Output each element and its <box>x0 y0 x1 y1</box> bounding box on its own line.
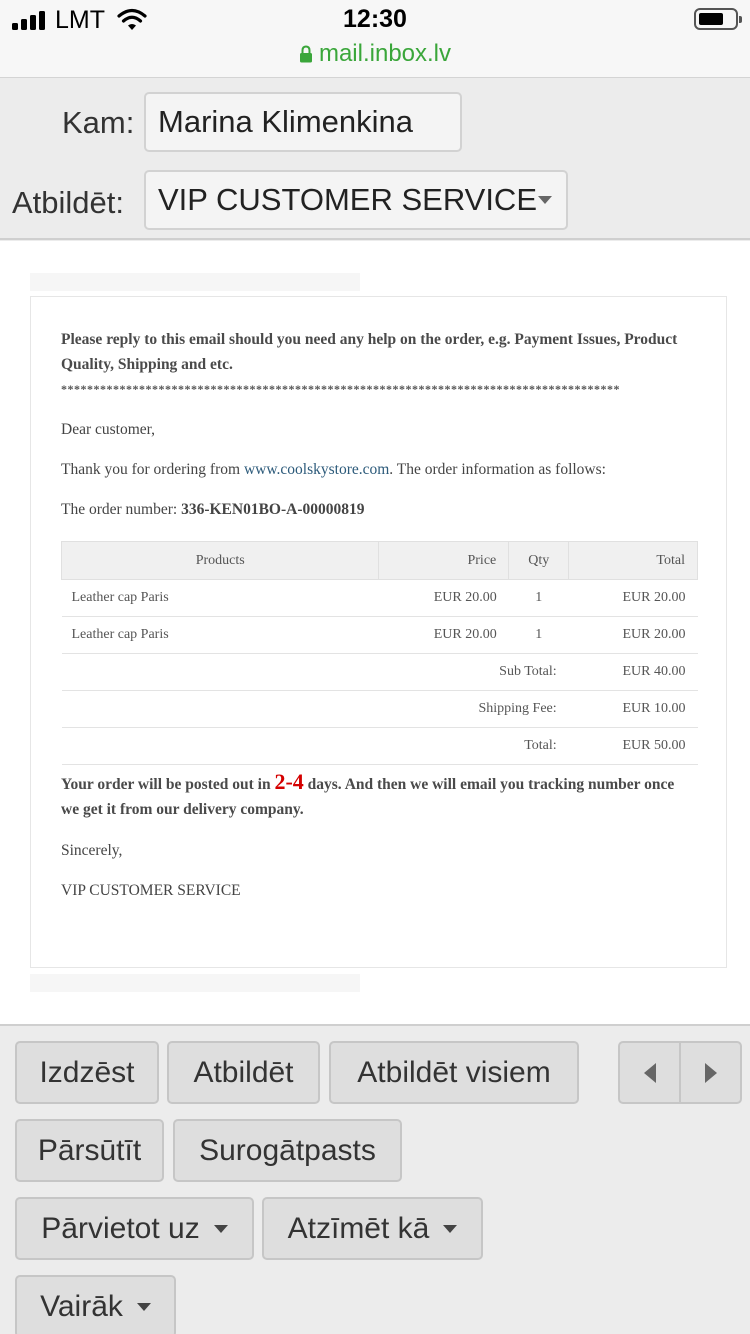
lock-icon <box>299 45 312 63</box>
total-value: EUR 50.00 <box>568 727 698 765</box>
table-row: Leather cap Paris EUR 20.00 1 EUR 20.00 <box>61 616 698 654</box>
greeting: Dear customer, <box>61 421 156 438</box>
spam-button[interactable]: Surogātpasts <box>173 1119 402 1182</box>
total-cell: EUR 20.00 <box>568 616 698 654</box>
previous-message-button[interactable] <box>618 1041 681 1104</box>
chevron-down-icon <box>443 1224 458 1233</box>
order-number-line: The order number: 336-KEN01BO-A-00000819 <box>61 499 696 521</box>
message-body-area: Please reply to this email should you ne… <box>0 241 750 1024</box>
order-number-label: The order number: <box>61 501 182 518</box>
divider <box>30 273 360 291</box>
url-text: mail.inbox.lv <box>318 40 452 67</box>
reply-from-label: Atbildēt: <box>12 185 125 220</box>
order-table: Products Price Qty Total Leather cap Par… <box>60 541 698 765</box>
shipping-row: Shipping Fee: EUR 10.00 <box>61 690 698 728</box>
status-bar: LMT 12:30 mail.inbox.lv <box>0 0 750 78</box>
shipping-value: EUR 10.00 <box>568 690 698 728</box>
divider <box>30 974 360 992</box>
notice-text: Your order will be posted out in <box>61 776 275 793</box>
subtotal-value: EUR 40.00 <box>568 653 698 691</box>
thanks-text: Thank you for ordering from <box>61 461 244 478</box>
message-content: Please reply to this email should you ne… <box>30 296 727 968</box>
total-label: Total: <box>61 727 569 765</box>
signature: VIP CUSTOMER SERVICE <box>61 882 241 899</box>
intro-text: Please reply to this email should you ne… <box>61 331 678 373</box>
column-header: Products <box>60 541 380 580</box>
column-header: Qty <box>508 541 570 580</box>
table-row: Leather cap Paris EUR 20.00 1 EUR 20.00 <box>61 579 698 617</box>
thanks-text-end: . The order information as follows: <box>389 461 606 478</box>
reply-from-value: VIP CUSTOMER SERVICE <box>158 182 537 217</box>
separator-stars: ****************************************… <box>61 382 620 396</box>
clock: 12:30 <box>343 5 407 33</box>
delivery-days: 2-4 <box>274 769 304 794</box>
chevron-right-icon <box>704 1062 717 1083</box>
total-row: Total: EUR 50.00 <box>61 727 698 765</box>
product-cell: Leather cap Paris <box>61 579 379 617</box>
mark-as-label: Atzīmēt kā <box>287 1211 430 1245</box>
table-header-row: Products Price Qty Total <box>60 541 698 580</box>
move-to-label: Pārvietot uz <box>41 1211 200 1245</box>
thanks-line: Thank you for ordering from www.coolskys… <box>61 459 696 481</box>
action-toolbar: Izdzēst Atbildēt Atbildēt visiem Pārsūtī… <box>0 1024 750 1334</box>
price-cell: EUR 20.00 <box>378 616 509 654</box>
store-link[interactable]: www.coolskystore.com <box>244 461 389 478</box>
product-cell: Leather cap Paris <box>61 616 379 654</box>
subtotal-label: Sub Total: <box>61 653 569 691</box>
qty-cell: 1 <box>508 616 569 654</box>
chevron-left-icon <box>643 1062 656 1083</box>
chevron-down-icon <box>136 1302 151 1311</box>
reply-from-select[interactable]: VIP CUSTOMER SERVICE <box>144 170 568 230</box>
to-label: Kam: <box>62 105 135 140</box>
battery-icon <box>694 8 742 30</box>
order-number: 336-KEN01BO-A-00000819 <box>181 501 365 518</box>
chevron-down-icon <box>538 196 552 204</box>
message-header: Kam: Marina Klimenkina Atbildēt: VIP CUS… <box>0 79 750 240</box>
mark-as-button[interactable]: Atzīmēt kā <box>262 1197 483 1260</box>
more-label: Vairāk <box>40 1289 123 1323</box>
price-cell: EUR 20.00 <box>378 579 509 617</box>
closing: Sincerely, <box>61 842 123 859</box>
chevron-down-icon <box>213 1224 228 1233</box>
forward-button[interactable]: Pārsūtīt <box>15 1119 164 1182</box>
move-to-button[interactable]: Pārvietot uz <box>15 1197 254 1260</box>
column-header: Total <box>568 541 698 580</box>
shipping-notice: Your order will be posted out in 2-4 day… <box>61 769 696 822</box>
subtotal-row: Sub Total: EUR 40.00 <box>61 653 698 691</box>
url-bar[interactable]: mail.inbox.lv <box>0 40 750 68</box>
reply-all-button[interactable]: Atbildēt visiem <box>329 1041 579 1104</box>
to-field[interactable]: Marina Klimenkina <box>144 92 462 152</box>
column-header: Price <box>378 541 510 580</box>
total-cell: EUR 20.00 <box>568 579 698 617</box>
shipping-label: Shipping Fee: <box>61 690 569 728</box>
qty-cell: 1 <box>508 579 569 617</box>
delete-button[interactable]: Izdzēst <box>15 1041 159 1104</box>
next-message-button[interactable] <box>679 1041 742 1104</box>
reply-button[interactable]: Atbildēt <box>167 1041 320 1104</box>
more-button[interactable]: Vairāk <box>15 1275 176 1334</box>
